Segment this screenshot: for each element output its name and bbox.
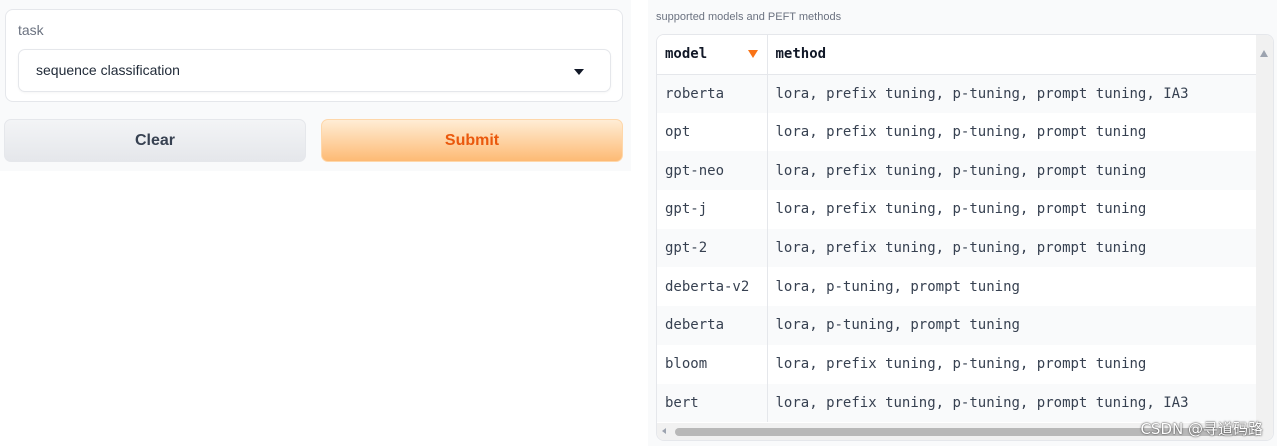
vertical-scrollbar[interactable] bbox=[1256, 35, 1273, 424]
task-select-value: sequence classification bbox=[36, 62, 180, 78]
scroll-left-icon[interactable] bbox=[662, 428, 666, 434]
table-row: bloom lora, prefix tuning, p-tuning, pro… bbox=[657, 344, 1258, 384]
clear-button[interactable]: Clear bbox=[4, 119, 306, 162]
task-select[interactable]: sequence classification bbox=[18, 49, 611, 92]
watermark: CSDN @寻道码路 bbox=[1140, 420, 1263, 438]
table-cell-model[interactable]: gpt-2 bbox=[657, 228, 768, 268]
input-panel: task sequence classification Clear Submi… bbox=[0, 0, 631, 171]
table-cell-method[interactable]: lora, prefix tuning, p-tuning, prompt tu… bbox=[767, 190, 1258, 229]
table-cell-model[interactable]: bert bbox=[657, 383, 768, 423]
submit-button[interactable]: Submit bbox=[321, 119, 623, 162]
column-header-label: model bbox=[665, 46, 708, 63]
table-cell-model[interactable]: roberta bbox=[657, 74, 768, 113]
task-dropdown-block: task sequence classification bbox=[5, 9, 623, 102]
models-table: model method roberta lora, prefix tuning… bbox=[657, 35, 1258, 423]
table-row: gpt-neo lora, prefix tuning, p-tuning, p… bbox=[657, 151, 1258, 191]
table-cell-model[interactable]: opt bbox=[657, 112, 768, 152]
table-row: deberta lora, p-tuning, prompt tuning bbox=[657, 306, 1258, 345]
table-cell-method[interactable]: lora, prefix tuning, p-tuning, prompt tu… bbox=[767, 151, 1258, 191]
table-row: gpt-j lora, prefix tuning, p-tuning, pro… bbox=[657, 190, 1258, 229]
table-cell-model[interactable]: gpt-j bbox=[657, 190, 768, 229]
table-cell-model[interactable]: deberta-v2 bbox=[657, 267, 768, 307]
dataframe: model method roberta lora, prefix tuning… bbox=[656, 34, 1274, 441]
table-row: bert lora, prefix tuning, p-tuning, prom… bbox=[657, 383, 1258, 423]
table-header-row: model method bbox=[657, 35, 1258, 75]
table-cell-method[interactable]: lora, prefix tuning, p-tuning, prompt tu… bbox=[767, 345, 1258, 384]
column-header-label: method bbox=[775, 46, 827, 63]
column-header-method[interactable]: method bbox=[767, 35, 1258, 75]
table-cell-method[interactable]: lora, prefix tuning, p-tuning, prompt tu… bbox=[767, 228, 1258, 268]
task-label: task bbox=[18, 22, 44, 38]
table-cell-model[interactable]: bloom bbox=[657, 344, 768, 384]
table-row: roberta lora, prefix tuning, p-tuning, p… bbox=[657, 74, 1258, 113]
table-row: gpt-2 lora, prefix tuning, p-tuning, pro… bbox=[657, 228, 1258, 268]
table-row: deberta-v2 lora, p-tuning, prompt tuning bbox=[657, 267, 1258, 307]
column-header-model[interactable]: model bbox=[657, 35, 768, 75]
sort-desc-icon[interactable] bbox=[747, 50, 758, 58]
table-cell-method[interactable]: lora, prefix tuning, p-tuning, prompt tu… bbox=[767, 383, 1258, 423]
table-cell-method[interactable]: lora, prefix tuning, p-tuning, prompt tu… bbox=[767, 113, 1258, 152]
caret-down-icon[interactable] bbox=[574, 69, 584, 75]
output-panel: supported models and PEFT methods model … bbox=[648, 0, 1277, 446]
table-cell-model[interactable]: deberta bbox=[657, 306, 768, 345]
table-row: opt lora, prefix tuning, p-tuning, promp… bbox=[657, 112, 1258, 152]
table-cell-model[interactable]: gpt-neo bbox=[657, 151, 768, 191]
table-cell-method[interactable]: lora, p-tuning, prompt tuning bbox=[767, 306, 1258, 345]
dataframe-label: supported models and PEFT methods bbox=[656, 11, 842, 23]
table-cell-method[interactable]: lora, p-tuning, prompt tuning bbox=[767, 267, 1258, 306]
table-cell-method[interactable]: lora, prefix tuning, p-tuning, prompt tu… bbox=[767, 74, 1258, 113]
scroll-up-icon[interactable] bbox=[1260, 50, 1268, 57]
